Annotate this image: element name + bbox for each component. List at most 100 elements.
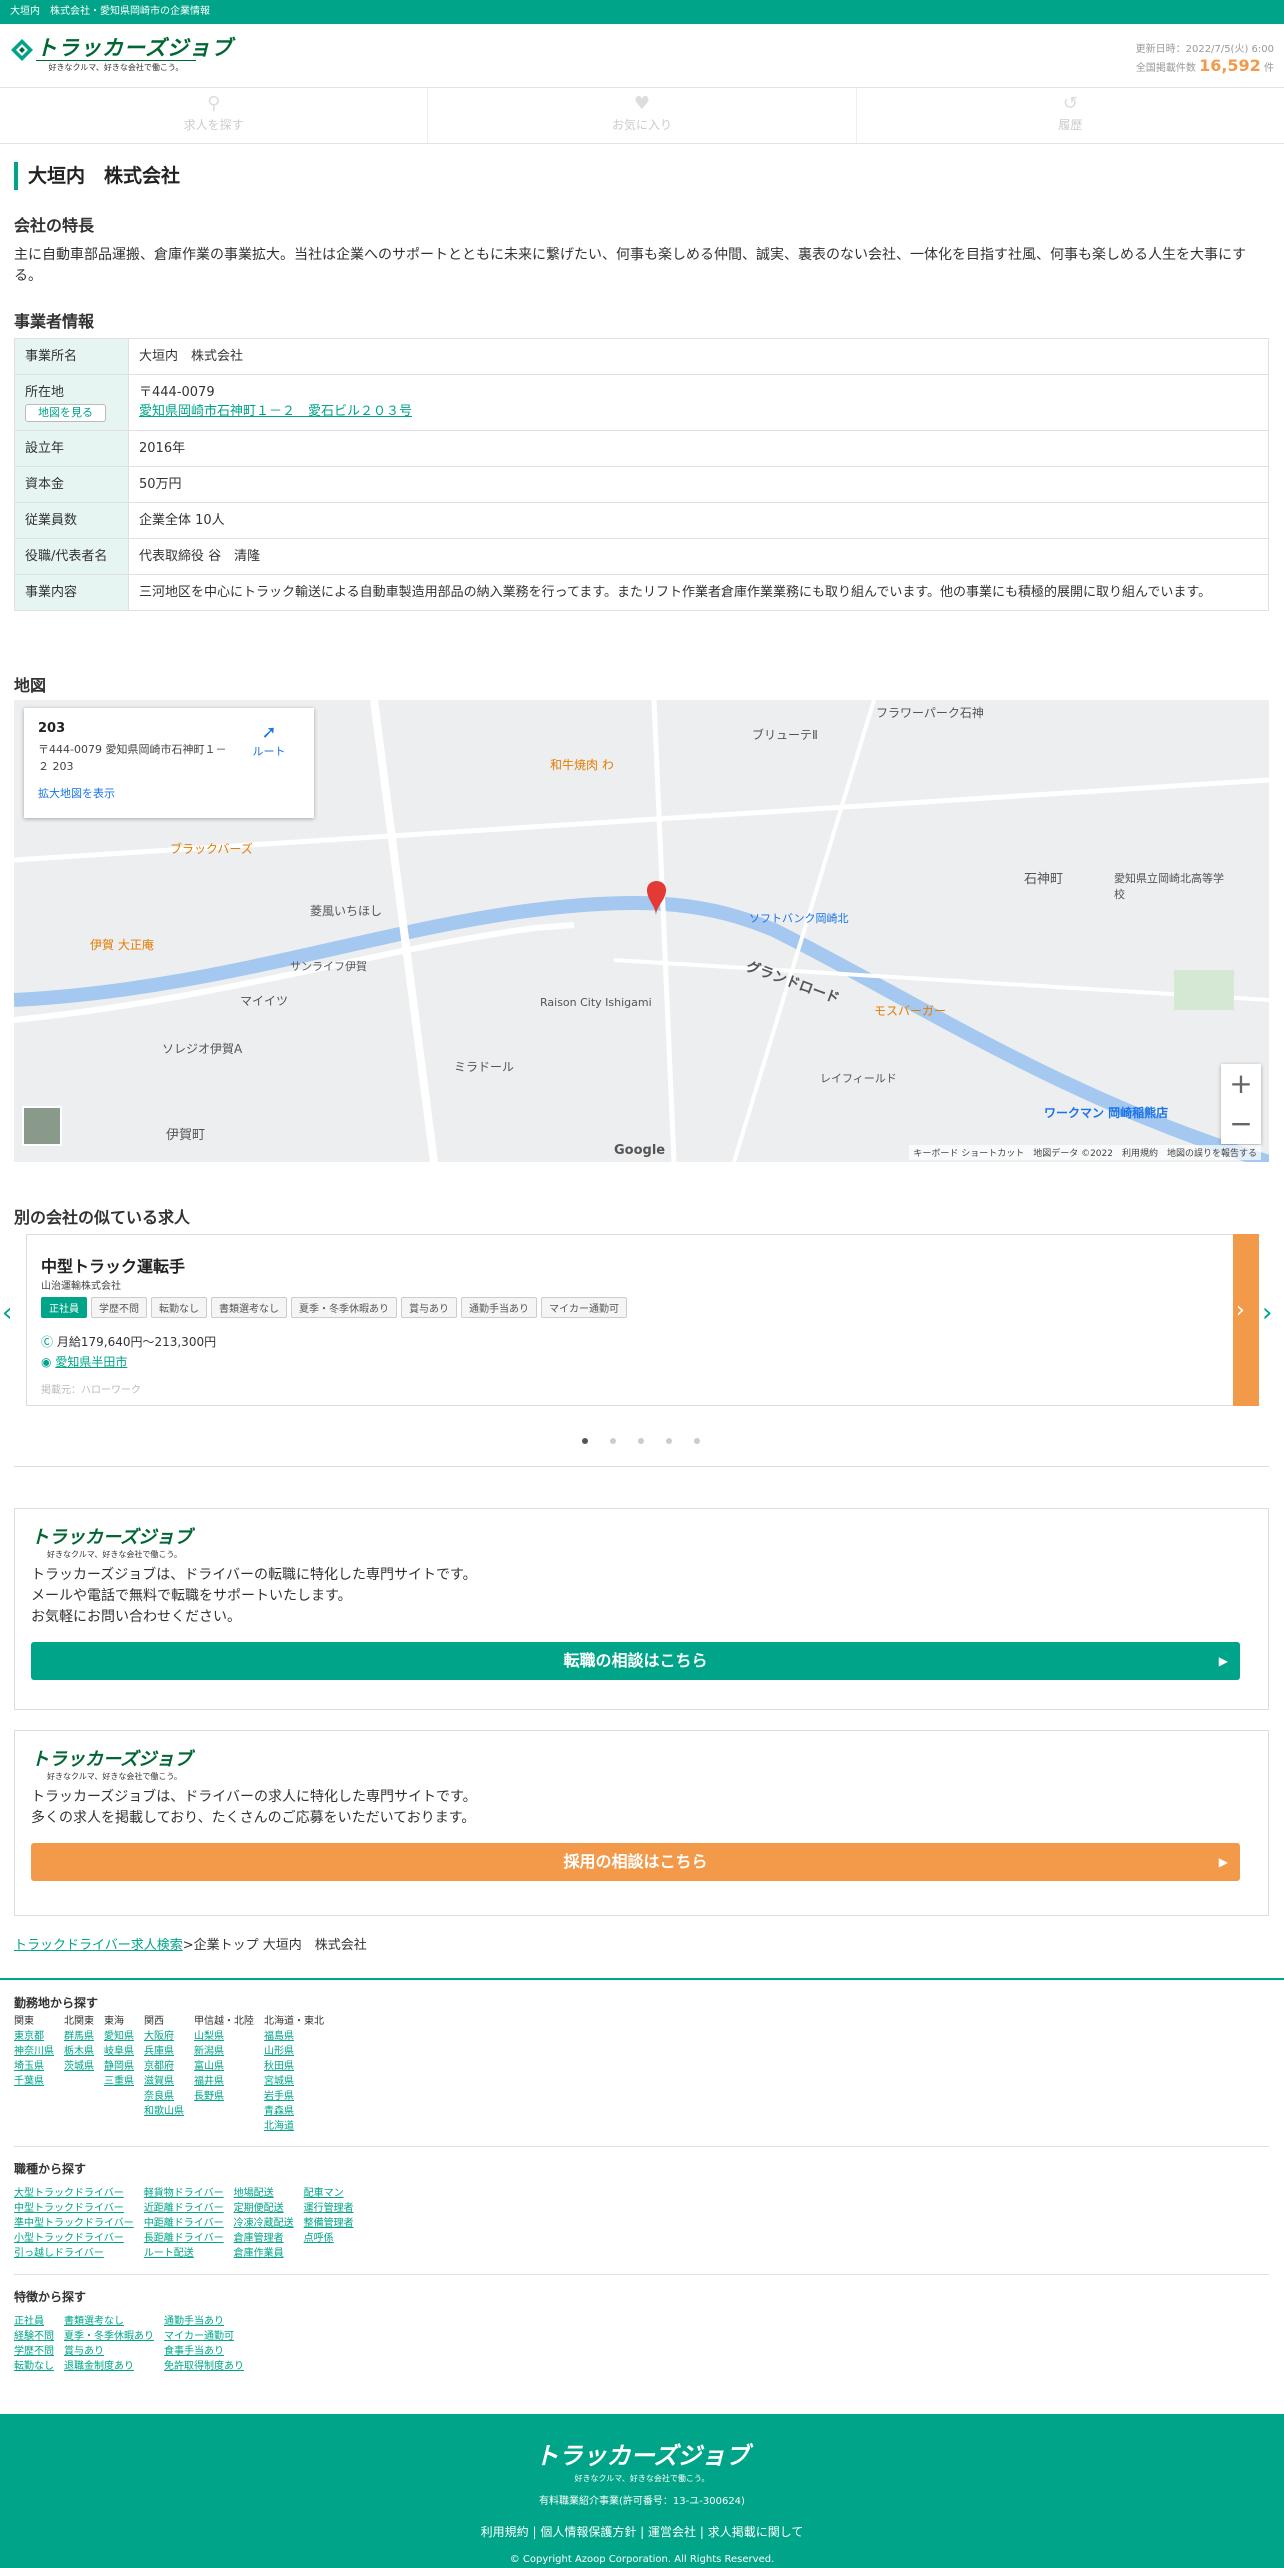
footer-nav-link[interactable]: 愛知県 bbox=[104, 2029, 134, 2044]
footer-nav-link[interactable]: 滋賀県 bbox=[144, 2074, 184, 2089]
footer-nav-link[interactable]: 岩手県 bbox=[264, 2089, 324, 2104]
footer-nav-link[interactable]: 賞与あり bbox=[64, 2344, 154, 2359]
footer-logo[interactable]: トラッカーズジョブ bbox=[0, 2436, 1284, 2471]
footer-nav-link[interactable]: 転勤なし bbox=[14, 2359, 54, 2374]
page-title: 大垣内 株式会社 bbox=[14, 162, 180, 190]
footer-nav-link[interactable]: 和歌山県 bbox=[144, 2104, 184, 2119]
carousel-next-button[interactable]: › bbox=[1262, 1298, 1272, 1328]
footer-nav-link[interactable]: 通勤手当あり bbox=[164, 2314, 244, 2329]
footer-nav-link[interactable]: 秋田県 bbox=[264, 2059, 324, 2074]
nav-search[interactable]: ⚲ 求人を探す bbox=[0, 88, 429, 143]
footer-nav-link[interactable]: 東京都 bbox=[14, 2029, 54, 2044]
footer-nav-link[interactable]: 免許取得制度あり bbox=[164, 2359, 244, 2374]
carousel-dot[interactable] bbox=[666, 1438, 672, 1444]
footer-nav-link[interactable]: 近距離ドライバー bbox=[144, 2201, 224, 2216]
footer-nav-link[interactable]: 地場配送 bbox=[234, 2186, 294, 2201]
footer-nav-link[interactable]: 茨城県 bbox=[64, 2059, 94, 2074]
footer-nav-link[interactable]: 埼玉県 bbox=[14, 2059, 54, 2074]
footer-nav-link[interactable]: 福島県 bbox=[264, 2029, 324, 2044]
footer-nav-link[interactable]: 食事手当あり bbox=[164, 2344, 244, 2359]
footer-nav-link[interactable]: 岐阜県 bbox=[104, 2044, 134, 2059]
career-consult-button[interactable]: 転職の相談はこちら ▶ bbox=[31, 1642, 1240, 1680]
footer-nav-link[interactable]: 引っ越しドライバー bbox=[14, 2246, 134, 2261]
route-button[interactable]: ➚ ルート bbox=[244, 722, 294, 759]
footer-nav-link[interactable]: 夏季・冬季休暇あり bbox=[64, 2329, 154, 2344]
footer-nav-link[interactable]: 準中型トラックドライバー bbox=[14, 2216, 134, 2231]
footer-nav-link[interactable]: 倉庫管理者 bbox=[234, 2231, 294, 2246]
map-footer[interactable]: キーボード ショートカット 地図データ ©2022 利用規約 地図の誤りを報告す… bbox=[909, 1145, 1261, 1160]
map-label: マイイツ bbox=[240, 994, 289, 1008]
footer-nav-link[interactable]: 兵庫県 bbox=[144, 2044, 184, 2059]
footer-nav-link[interactable]: 大型トラックドライバー bbox=[14, 2186, 134, 2201]
footer-nav-link[interactable]: 中型トラックドライバー bbox=[14, 2201, 134, 2216]
recruit-consult-button[interactable]: 採用の相談はこちら ▶ bbox=[31, 1843, 1240, 1881]
footer-link-privacy[interactable]: 個人情報保護方針 bbox=[540, 2525, 636, 2539]
site-logo[interactable]: トラッカーズジョブ bbox=[36, 32, 233, 62]
heart-icon: ♥ bbox=[633, 93, 651, 114]
enlarge-map-link[interactable]: 拡大地図を表示 bbox=[38, 785, 300, 802]
carousel-dot[interactable] bbox=[582, 1438, 588, 1444]
nav-favorites[interactable]: ♥ お気に入り bbox=[428, 88, 857, 143]
footer-nav-link[interactable]: 中距離ドライバー bbox=[144, 2216, 224, 2231]
footer-nav-link[interactable]: 群馬県 bbox=[64, 2029, 94, 2044]
link-column: 正社員 経験不問 学歴不問 転勤なし bbox=[14, 2314, 54, 2374]
footer-nav-link[interactable]: 京都府 bbox=[144, 2059, 184, 2074]
footer-nav-link[interactable]: 富山県 bbox=[194, 2059, 254, 2074]
yen-icon: Ⓒ bbox=[41, 1335, 54, 1349]
footer-nav-link[interactable]: 点呼係 bbox=[304, 2231, 354, 2246]
breadcrumb-home-link[interactable]: トラックドライバー求人検索 bbox=[14, 1938, 183, 1953]
job-location-link[interactable]: 愛知県半田市 bbox=[55, 1355, 127, 1369]
footer-nav-link[interactable]: 神奈川県 bbox=[14, 2044, 54, 2059]
footer-nav-link[interactable]: 配車マン bbox=[304, 2186, 354, 2201]
footer-nav-link[interactable]: 北海道 bbox=[264, 2119, 324, 2134]
footer-nav-link[interactable]: 長野県 bbox=[194, 2089, 254, 2104]
site-footer: トラッカーズジョブ 好きなクルマ、好きな会社で働こう。 有料職業紹介事業(許可番… bbox=[0, 2414, 1284, 2568]
satellite-toggle[interactable] bbox=[22, 1106, 62, 1146]
footer-nav-link[interactable]: 経験不問 bbox=[14, 2329, 54, 2344]
view-map-button[interactable]: 地図を見る bbox=[25, 404, 106, 422]
footer-nav-link[interactable]: 倉庫作業員 bbox=[234, 2246, 294, 2261]
footer-nav-link[interactable]: 正社員 bbox=[14, 2314, 54, 2329]
zoom-out-button[interactable]: − bbox=[1221, 1104, 1261, 1144]
footer-link-terms[interactable]: 利用規約 bbox=[481, 2525, 529, 2539]
footer-nav-link[interactable]: 定期便配送 bbox=[234, 2201, 294, 2216]
footer-link-company[interactable]: 運営会社 bbox=[648, 2525, 696, 2539]
job-card[interactable]: 中型トラック運転手 山治運輸株式会社 正社員 学歴不問 転勤なし 書類選考なし … bbox=[26, 1234, 1236, 1406]
footer-nav-link[interactable]: 栃木県 bbox=[64, 2044, 94, 2059]
link-column-heading: 関東 bbox=[14, 2016, 34, 2027]
carousel-dot[interactable] bbox=[610, 1438, 616, 1444]
address-link[interactable]: 愛知県岡崎市石神町１－２ 愛石ビル２０３号 bbox=[139, 404, 412, 419]
footer-nav-link[interactable]: 宮城県 bbox=[264, 2074, 324, 2089]
zoom-in-button[interactable]: + bbox=[1221, 1064, 1261, 1104]
map-label: 和牛焼肉 わ bbox=[550, 758, 614, 772]
footer-nav-link[interactable]: 小型トラックドライバー bbox=[14, 2231, 134, 2246]
footer-nav-link[interactable]: 整備管理者 bbox=[304, 2216, 354, 2231]
footer-nav-link[interactable]: 奈良県 bbox=[144, 2089, 184, 2104]
footer-link-listing[interactable]: 求人掲載に関して bbox=[708, 2525, 804, 2539]
footer-nav-link[interactable]: 書類選考なし bbox=[64, 2314, 154, 2329]
footer-nav-link[interactable]: 長距離ドライバー bbox=[144, 2231, 224, 2246]
footer-nav-link[interactable]: 新潟県 bbox=[194, 2044, 254, 2059]
footer-nav-link[interactable]: 山形県 bbox=[264, 2044, 324, 2059]
logo-icon[interactable] bbox=[10, 38, 34, 62]
nav-history[interactable]: ↺ 履歴 bbox=[857, 88, 1284, 143]
job-title[interactable]: 中型トラック運転手 bbox=[41, 1253, 185, 1277]
footer-nav-link[interactable]: 冷凍冷蔵配送 bbox=[234, 2216, 294, 2231]
footer-nav-link[interactable]: 三重県 bbox=[104, 2074, 134, 2089]
carousel-dot[interactable] bbox=[694, 1438, 700, 1444]
footer-nav-link[interactable]: マイカー通勤可 bbox=[164, 2329, 244, 2344]
carousel-prev-button[interactable]: ‹ bbox=[2, 1298, 12, 1328]
footer-nav-link[interactable]: 運行管理者 bbox=[304, 2201, 354, 2216]
footer-nav-link[interactable]: 山梨県 bbox=[194, 2029, 254, 2044]
footer-nav-link[interactable]: 学歴不問 bbox=[14, 2344, 54, 2359]
footer-nav-link[interactable]: 静岡県 bbox=[104, 2059, 134, 2074]
google-map[interactable]: グランドロード 石神町 伊賀町 マイイツ ソレジオ伊賀A モスバーガー ワークマ… bbox=[14, 700, 1269, 1162]
footer-nav-link[interactable]: ルート配送 bbox=[144, 2246, 224, 2261]
footer-nav-link[interactable]: 大阪府 bbox=[144, 2029, 184, 2044]
footer-nav-link[interactable]: 千葉県 bbox=[14, 2074, 54, 2089]
footer-nav-link[interactable]: 青森県 bbox=[264, 2104, 324, 2119]
footer-nav-link[interactable]: 軽貨物ドライバー bbox=[144, 2186, 224, 2201]
carousel-dot[interactable] bbox=[638, 1438, 644, 1444]
footer-nav-link[interactable]: 退職金制度あり bbox=[64, 2359, 154, 2374]
footer-nav-link[interactable]: 福井県 bbox=[194, 2074, 254, 2089]
